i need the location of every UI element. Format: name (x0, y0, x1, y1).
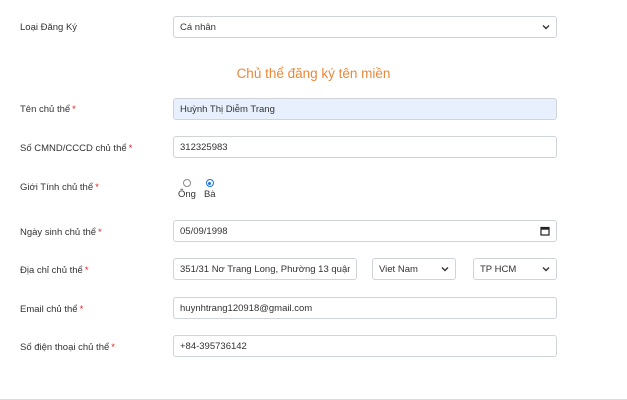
phone-label: Số điện thoại chủ thể * (20, 342, 115, 353)
phone-row: Số điện thoại chủ thể * +84-395736142 (0, 335, 627, 357)
email-label: Email chủ thể * (20, 304, 84, 315)
email-value: huynhtrang120918@gmail.com (180, 302, 313, 314)
required-mark: * (128, 143, 133, 154)
registration-type-row: Loại Đăng Ký Cá nhân (0, 16, 627, 38)
required-mark: * (111, 342, 115, 353)
birthdate-value: 05/09/1998 (180, 225, 228, 237)
required-mark: * (72, 104, 76, 115)
birthdate-input[interactable]: 05/09/1998 (173, 220, 557, 242)
gender-row: Giới Tính chủ thể * Ông Bà (0, 178, 627, 202)
domain-registration-form: Loại Đăng Ký Cá nhân Chủ thể đăng ký tên… (0, 0, 627, 400)
calendar-icon[interactable] (540, 226, 550, 236)
radio-icon[interactable] (182, 179, 191, 187)
id-number-row: Số CMND/CCCD chủ thể * 312325983 (0, 136, 627, 158)
address-street-input[interactable]: 351/31 Nơ Trang Long, Phường 13 quận B (173, 258, 357, 280)
address-label: Địa chỉ chủ thể * (20, 265, 89, 276)
gender-option-label: Bà (203, 189, 216, 200)
phone-value: +84-395736142 (180, 340, 247, 352)
id-number-value: 312325983 (180, 141, 228, 153)
email-row: Email chủ thể * huynhtrang120918@gmail.co… (0, 297, 627, 319)
gender-radio-group: Ông Bà (178, 179, 216, 200)
address-street-value: 351/31 Nơ Trang Long, Phường 13 quận B (180, 263, 350, 275)
chevron-down-icon (542, 265, 550, 273)
chevron-down-icon (542, 23, 550, 31)
required-mark: * (79, 304, 84, 315)
address-city-select[interactable]: TP HCM (473, 258, 557, 280)
email-input[interactable]: huynhtrang120918@gmail.com (173, 297, 557, 319)
chevron-down-icon (441, 265, 449, 273)
gender-label: Giới Tính chủ thể * (20, 182, 99, 193)
id-number-input[interactable]: 312325983 (173, 136, 557, 158)
registration-type-value: Cá nhân (180, 21, 216, 33)
gender-option-ba[interactable]: Bà (204, 179, 216, 200)
gender-option-ong[interactable]: Ông (178, 179, 196, 200)
address-city-value: TP HCM (480, 263, 517, 275)
registration-type-select[interactable]: Cá nhân (173, 16, 557, 38)
owner-name-input[interactable]: Huỳnh Thị Diễm Trang (173, 98, 557, 120)
birthdate-row: Ngày sinh chủ thể * 05/09/1998 (0, 220, 627, 242)
owner-name-label: Tên chủ thể * (20, 104, 76, 115)
birthdate-label: Ngày sinh chủ thể * (20, 227, 102, 238)
address-row: Địa chỉ chủ thể * 351/31 Nơ Trang Long, P… (0, 258, 627, 280)
section-title: Chủ thể đăng ký tên miền (236, 66, 391, 81)
phone-input[interactable]: +84-395736142 (173, 335, 557, 357)
radio-checked-icon[interactable] (205, 179, 214, 187)
id-number-label: Số CMND/CCCD chủ thể * (20, 143, 133, 154)
address-country-value: Viet Nam (379, 263, 418, 275)
registration-type-label: Loại Đăng Ký (20, 22, 78, 33)
required-mark: * (95, 182, 99, 193)
required-mark: * (84, 265, 89, 276)
owner-name-value: Huỳnh Thị Diễm Trang (180, 103, 275, 115)
gender-option-label: Ông (178, 189, 196, 200)
owner-name-row: Tên chủ thể * Huỳnh Thị Diễm Trang (0, 98, 627, 120)
address-country-select[interactable]: Viet Nam (372, 258, 456, 280)
required-mark: * (98, 227, 102, 238)
